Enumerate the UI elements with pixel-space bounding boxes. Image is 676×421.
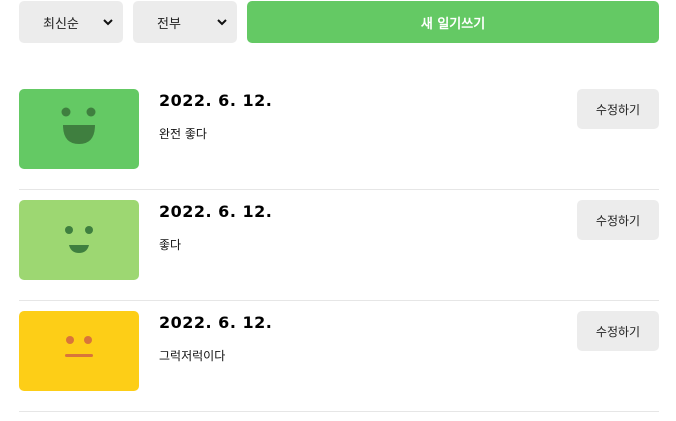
diary-date[interactable]: 2022. 6. 12. [159,91,272,110]
chevron-down-icon [217,17,227,27]
filter-select-value: 전부 [157,16,181,32]
diary-content[interactable]: 좋다 [159,236,181,253]
sort-select[interactable]: 최신순 [19,1,123,43]
sort-select-value: 최신순 [43,16,79,32]
diary-date[interactable]: 2022. 6. 12. [159,202,272,221]
new-diary-button[interactable]: 새 일기쓰기 [247,1,659,43]
emotion-thumbnail[interactable] [19,89,139,169]
toolbar: 최신순 전부 새 일기쓰기 [19,1,659,43]
edit-button[interactable]: 수정하기 [577,89,659,129]
diary-item: 2022. 6. 12. 완전 좋다 수정하기 [19,79,659,190]
diary-item: 2022. 6. 12. 그럭저럭이다 수정하기 [19,301,659,412]
diary-date[interactable]: 2022. 6. 12. [159,313,272,332]
diary-content[interactable]: 완전 좋다 [159,125,207,142]
diary-item: 2022. 6. 12. 좋다 수정하기 [19,190,659,301]
filter-select[interactable]: 전부 [133,1,237,43]
chevron-down-icon [103,17,113,27]
diary-list: 2022. 6. 12. 완전 좋다 수정하기 2022. 6. 12. 좋다 … [19,79,659,412]
big-smile-icon [54,102,104,156]
emotion-thumbnail[interactable] [19,200,139,280]
edit-button[interactable]: 수정하기 [577,200,659,240]
emotion-thumbnail[interactable] [19,311,139,391]
neutral-face-icon [59,329,99,373]
diary-content[interactable]: 그럭저럭이다 [159,347,225,364]
smile-icon [59,218,99,262]
edit-button[interactable]: 수정하기 [577,311,659,351]
